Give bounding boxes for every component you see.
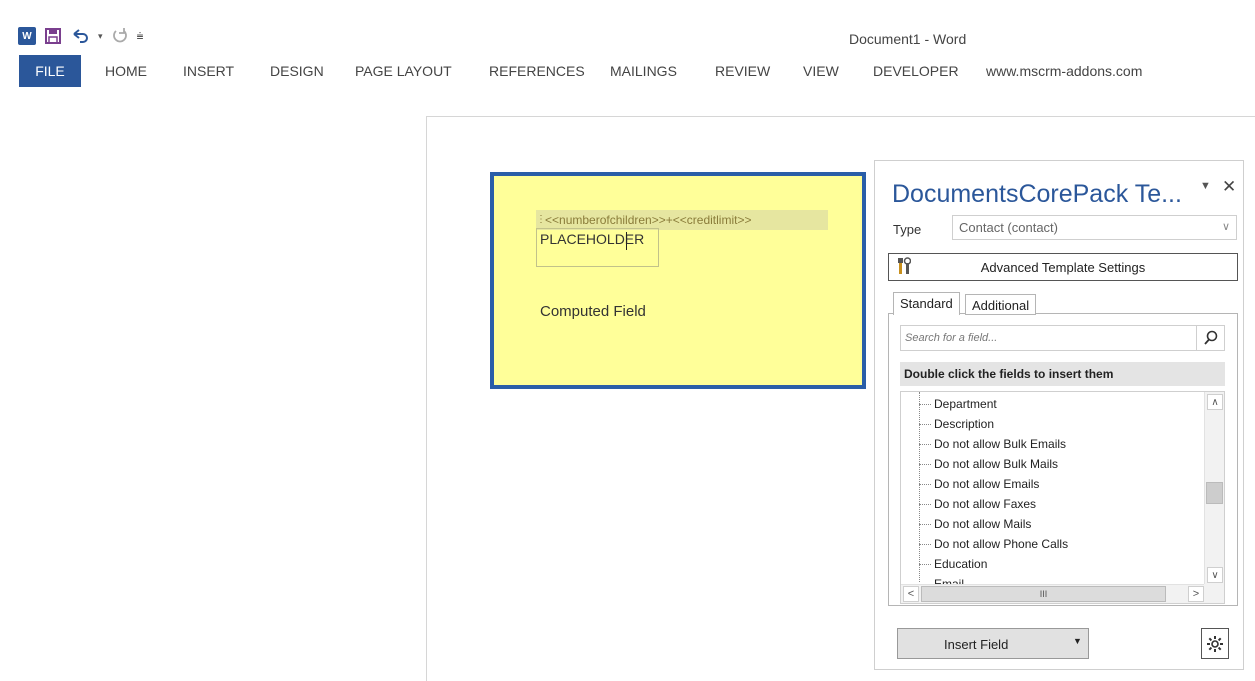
tab-view[interactable]: VIEW [803,55,839,87]
text-cursor [626,232,627,250]
settings-gear-button[interactable] [1201,628,1229,659]
tab-mailings[interactable]: MAILINGS [610,55,677,87]
tab-mscrm-addons[interactable]: www.mscrm-addons.com [986,55,1142,87]
quick-access-toolbar: W ▾ ⩧ [18,27,144,45]
instruction-text: Double click the fields to insert them [900,362,1225,386]
computed-field-textbox[interactable] [490,172,866,389]
search-icon[interactable] [1196,326,1224,350]
insert-field-label: Insert Field [944,637,1009,652]
insert-field-button[interactable]: Insert Field ▼ [897,628,1089,659]
tab-page-layout[interactable]: PAGE LAYOUT [355,55,452,87]
tab-design[interactable]: DESIGN [270,55,324,87]
horizontal-scroll-thumb[interactable]: III [921,586,1166,602]
search-input[interactable] [901,326,1191,350]
merge-field-text: <<numberofchildren>>+<<creditlimit>> [545,213,752,227]
field-item-bulk-mails[interactable]: Do not allow Bulk Mails [915,456,1068,476]
field-item-emails[interactable]: Do not allow Emails [915,476,1068,496]
advanced-template-settings-label: Advanced Template Settings [980,260,1146,275]
close-icon[interactable]: ✕ [1222,177,1236,197]
tab-references[interactable]: REFERENCES [489,55,585,87]
search-box [900,325,1225,351]
tab-insert[interactable]: INSERT [183,55,234,87]
pane-title: DocumentsCorePack Te... [892,180,1182,208]
vertical-scrollbar[interactable]: ∧ ∨ [1204,392,1224,585]
field-item-phone-calls[interactable]: Do not allow Phone Calls [915,536,1068,556]
scroll-left-icon[interactable]: < [903,586,919,602]
tab-file[interactable]: FILE [19,55,81,87]
tab-additional[interactable]: Additional [965,294,1037,315]
customize-qat-icon[interactable]: ⩧ [137,29,144,44]
scroll-down-icon[interactable]: ∨ [1207,567,1223,583]
field-item-description[interactable]: Description [915,416,1068,436]
placeholder-text: PLACEHOLDER [540,231,645,247]
type-select-value: Contact (contact) [959,220,1058,235]
scroll-corner [1204,584,1224,603]
word-logo-icon: W [18,27,36,45]
ribbon-tabs: FILE HOME INSERT DESIGN PAGE LAYOUT REFE… [0,55,1255,87]
window-title: Document1 - Word [849,31,967,47]
field-item-faxes[interactable]: Do not allow Faxes [915,496,1068,516]
field-item-department[interactable]: Department [915,396,1068,416]
insert-dropdown-icon[interactable]: ▼ [1073,636,1082,646]
advanced-template-settings-button[interactable]: Advanced Template Settings [888,253,1238,281]
tab-review[interactable]: REVIEW [715,55,770,87]
type-select[interactable]: Contact (contact) ∨ [952,215,1237,240]
gear-icon [1207,635,1223,652]
computed-field-label: Computed Field [540,303,646,320]
field-item-bulk-emails[interactable]: Do not allow Bulk Emails [915,436,1068,456]
undo-dropdown-icon[interactable]: ▾ [98,31,103,42]
field-item-education[interactable]: Education [915,556,1068,576]
scroll-up-icon[interactable]: ∧ [1207,394,1223,410]
title-bar: W ▾ ⩧ Document1 - Word [0,0,1255,58]
content-control-grip-icon[interactable]: ⋮ [536,215,546,225]
tab-home[interactable]: HOME [105,55,147,87]
field-tree-list[interactable]: Department Description Do not allow Bulk… [900,391,1225,604]
merge-field[interactable]: ⋮ <<numberofchildren>>+<<creditlimit>> [536,210,828,230]
field-item-mails[interactable]: Do not allow Mails [915,516,1068,536]
save-icon[interactable] [44,27,62,45]
horizontal-scrollbar[interactable]: < III > [901,584,1206,603]
scroll-right-icon[interactable]: > [1188,586,1204,602]
undo-icon[interactable] [70,28,90,44]
vertical-scroll-thumb[interactable] [1206,482,1223,504]
type-label: Type [893,222,922,237]
redo-icon[interactable] [111,27,129,45]
tab-standard[interactable]: Standard [893,292,960,315]
pane-options-dropdown-icon[interactable]: ▼ [1200,180,1211,192]
chevron-down-icon: ∨ [1221,221,1230,233]
field-items: Department Description Do not allow Bulk… [915,396,1068,596]
tab-developer[interactable]: DEVELOPER [873,55,959,87]
